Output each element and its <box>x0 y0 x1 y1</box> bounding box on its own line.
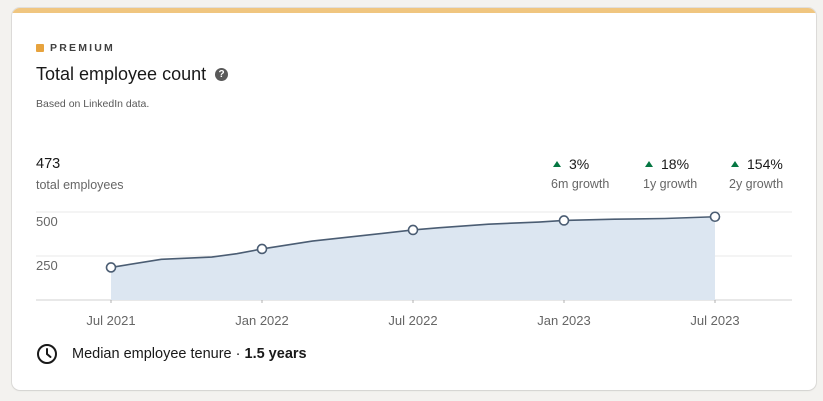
growth-label: 2y growth <box>729 177 784 191</box>
premium-badge-icon <box>36 44 44 52</box>
y-tick-label: 500 <box>36 214 58 229</box>
premium-label: PREMIUM <box>50 42 115 54</box>
growth-2y: 154% 2y growth <box>729 156 783 191</box>
data-point <box>256 243 268 255</box>
premium-tag: PREMIUM <box>36 42 115 54</box>
data-point <box>709 211 721 223</box>
help-icon[interactable]: ? <box>215 68 229 81</box>
data-point <box>105 262 117 273</box>
growth-value: 154% <box>747 156 783 172</box>
up-arrow-icon <box>553 161 561 167</box>
x-tick-label: Jul 2023 <box>690 313 739 328</box>
y-tick-label: 250 <box>36 258 58 273</box>
median-tenure-value: 1.5 years <box>244 346 307 362</box>
x-tick-label: Jan 2022 <box>235 313 289 328</box>
x-tick-label: Jul 2022 <box>388 313 437 328</box>
data-point <box>407 224 419 236</box>
employee-count-chart: 250 500 Jul 2021 Jan 2022 Jul 2022 Jan 2023 Ju… <box>36 211 792 328</box>
tenure-row: Median employee tenure · 1.5 years <box>36 343 307 365</box>
data-source-note: Based on LinkedIn data. <box>36 98 150 110</box>
median-tenure-text: Median employee tenure · 1.5 years <box>72 346 307 362</box>
employee-count-card: PREMIUM Total employee count ? Based on … <box>12 8 816 390</box>
growth-label: 6m growth <box>551 177 610 191</box>
data-point <box>558 215 570 226</box>
up-arrow-icon <box>645 161 653 167</box>
clock-icon <box>37 344 57 364</box>
growth-value: 18% <box>661 156 690 172</box>
up-arrow-icon <box>731 161 739 167</box>
card-title: Total employee count <box>36 64 207 84</box>
growth-1y: 18% 1y growth <box>643 156 697 191</box>
x-tick-label: Jul 2021 <box>86 313 135 328</box>
total-employees-value: 473 <box>36 156 61 172</box>
total-employees-label: total employees <box>36 178 124 192</box>
growth-value: 3% <box>569 156 590 172</box>
x-tick-label: Jan 2023 <box>537 313 591 328</box>
growth-label: 1y growth <box>643 177 698 191</box>
premium-accent-bar <box>12 8 816 13</box>
growth-6m: 3% 6m growth <box>551 156 609 191</box>
card-header: Total employee count ? <box>36 64 229 85</box>
